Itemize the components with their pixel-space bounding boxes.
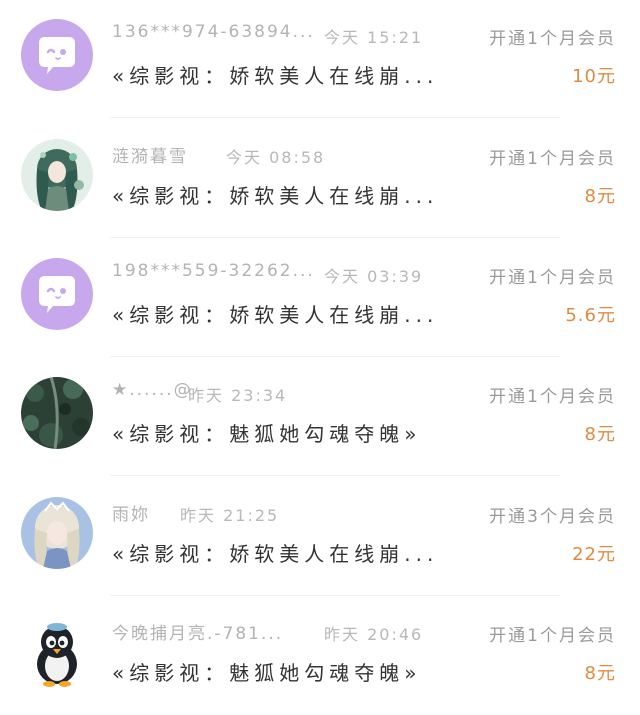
- username: 今晚捕月亮.-781...: [112, 624, 284, 644]
- membership-plan: 开通1个月会员: [489, 29, 616, 49]
- list-item[interactable]: ★......@ 昨天 23:34 开通1个月会员 «综影视：魅狐她勾魂夺魄» …: [0, 358, 640, 476]
- book-title[interactable]: «综影视：娇软美人在线崩...: [112, 60, 438, 89]
- list-item[interactable]: 今晚捕月亮.-781... 昨天 20:46 开通1个月会员 «综影视：魅狐她勾…: [0, 597, 640, 715]
- wechat-default-avatar-icon[interactable]: [21, 19, 93, 91]
- order-list: 136***974-63894... 今天 15:21 开通1个月会员 «综影视…: [0, 0, 640, 709]
- username: 136***974-63894...: [112, 22, 315, 42]
- divider: [110, 356, 560, 357]
- amount: 8元: [584, 424, 616, 445]
- membership-plan: 开通1个月会员: [489, 149, 616, 169]
- membership-plan: 开通3个月会员: [489, 507, 616, 527]
- book-title[interactable]: «综影视：魅狐她勾魂夺魄»: [112, 657, 421, 686]
- fantasy-girl-avatar[interactable]: [21, 497, 93, 569]
- divider: [110, 475, 560, 476]
- list-item[interactable]: 涟漪暮雪 今天 08:58 开通1个月会员 «综影视：娇软美人在线崩... 8元: [0, 120, 640, 238]
- timestamp: 今天 08:58: [226, 148, 326, 167]
- membership-plan: 开通1个月会员: [489, 626, 616, 646]
- amount: 8元: [584, 186, 616, 207]
- username: 雨妳: [112, 505, 150, 525]
- amount: 22元: [572, 544, 616, 565]
- wechat-default-avatar-icon[interactable]: [21, 258, 93, 330]
- timestamp: 今天 15:21: [324, 28, 424, 47]
- book-title[interactable]: «综影视：娇软美人在线崩...: [112, 538, 438, 567]
- timestamp: 昨天 21:25: [180, 506, 280, 525]
- anime-girl-avatar[interactable]: [21, 139, 93, 211]
- timestamp: 今天 03:39: [324, 267, 424, 286]
- username: 198***559-32262...: [112, 261, 315, 281]
- divider: [110, 237, 560, 238]
- timestamp: 昨天 20:46: [324, 625, 424, 644]
- book-title[interactable]: «综影视：娇软美人在线崩...: [112, 180, 438, 209]
- membership-plan: 开通1个月会员: [489, 268, 616, 288]
- username: 涟漪暮雪: [112, 147, 188, 167]
- timestamp: 昨天 23:34: [188, 386, 288, 405]
- aerial-forest-avatar[interactable]: [21, 377, 93, 449]
- list-item[interactable]: 雨妳 昨天 21:25 开通3个月会员 «综影视：娇软美人在线崩... 22元: [0, 478, 640, 596]
- username: ★......@: [112, 380, 193, 400]
- list-item[interactable]: 198***559-32262... 今天 03:39 开通1个月会员 «综影视…: [0, 239, 640, 357]
- penguin-avatar[interactable]: [21, 616, 93, 688]
- amount: 8元: [584, 663, 616, 684]
- amount: 5.6元: [565, 305, 616, 326]
- amount: 10元: [572, 66, 616, 87]
- list-item[interactable]: 136***974-63894... 今天 15:21 开通1个月会员 «综影视…: [0, 0, 640, 118]
- book-title[interactable]: «综影视：娇软美人在线崩...: [112, 299, 438, 328]
- divider: [110, 595, 560, 596]
- membership-plan: 开通1个月会员: [489, 387, 616, 407]
- divider: [110, 117, 560, 118]
- book-title[interactable]: «综影视：魅狐她勾魂夺魄»: [112, 418, 421, 447]
